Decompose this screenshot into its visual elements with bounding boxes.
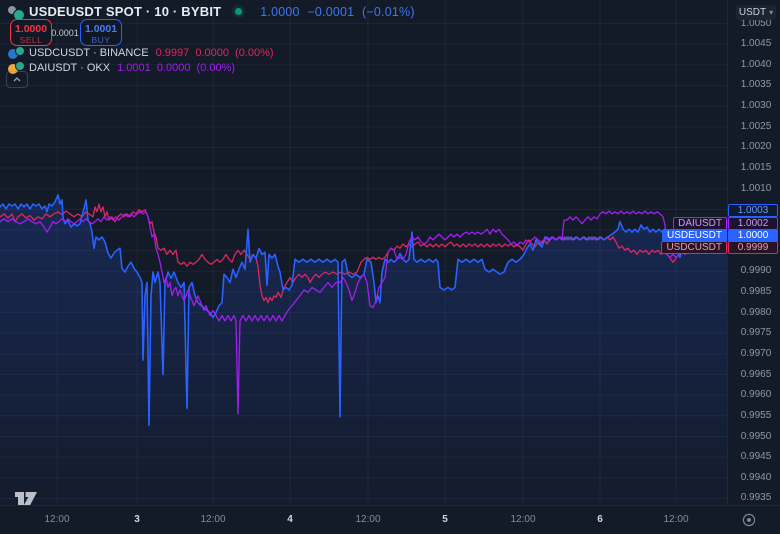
price-change-value: −0.0001 bbox=[307, 5, 354, 19]
price-tick-label: 0.9965 bbox=[732, 369, 780, 380]
time-tick-label: 12:00 bbox=[501, 514, 545, 525]
price-tick-label: 0.9940 bbox=[732, 472, 780, 483]
currency-label: USDT bbox=[739, 7, 766, 18]
buy-button[interactable]: 1.0001 BUY bbox=[80, 19, 122, 46]
market-open-status-icon[interactable] bbox=[235, 8, 242, 15]
main-symbol-legend[interactable]: USDEUSDT SPOT · 10 · BYBIT 1.0000 −0.000… bbox=[8, 4, 419, 19]
series-area-USDEUSDT bbox=[0, 195, 728, 505]
price-label-1.0002: 1.0002 bbox=[728, 217, 778, 230]
main-symbol-values: 1.0000 −0.0001 (−0.01%) bbox=[260, 5, 418, 19]
price-tick-label: 0.9945 bbox=[732, 451, 780, 462]
price-tick-label: 1.0035 bbox=[732, 79, 780, 90]
compare-change-percent: (0.00%) bbox=[235, 47, 274, 59]
compare-symbol-values: 1.0001 0.0000 (0.00%) bbox=[117, 62, 238, 74]
price-label-1.0000: 1.0000 bbox=[728, 229, 778, 242]
compare-change: 0.0000 bbox=[157, 62, 191, 74]
chevron-down-icon: ▾ bbox=[769, 9, 773, 17]
main-symbol-title[interactable]: USDEUSDT SPOT · 10 · BYBIT bbox=[29, 4, 221, 19]
symbol-price-tag-USDCUSDT: USDCUSDT bbox=[661, 241, 727, 254]
compare-last-price: 0.9997 bbox=[156, 47, 190, 59]
price-tick-label: 0.9950 bbox=[732, 431, 780, 442]
axis-settings-gear-icon[interactable] bbox=[741, 512, 757, 528]
time-tick-label: 3 bbox=[115, 514, 159, 525]
compare-last-price: 1.0001 bbox=[117, 62, 151, 74]
symbol-price-tag-DAIUSDT: DAIUSDT bbox=[673, 217, 727, 230]
time-axis[interactable]: 12:00 3 12:00 4 12:00 5 12:00 6 12:00 bbox=[0, 505, 780, 534]
price-tick-label: 0.9935 bbox=[732, 492, 780, 503]
buy-label: BUY bbox=[81, 35, 121, 45]
price-tick-label: 0.9955 bbox=[732, 410, 780, 421]
price-tick-label: 1.0020 bbox=[732, 141, 780, 152]
time-tick-label: 12:00 bbox=[35, 514, 79, 525]
sell-button[interactable]: 1.0000 SELL bbox=[10, 19, 52, 46]
price-tick-label: 1.0045 bbox=[732, 38, 780, 49]
price-tick-label: 1.0015 bbox=[732, 162, 780, 173]
price-label-1.0003: 1.0003 bbox=[728, 204, 778, 217]
compare-symbol-values: 0.9997 0.0000 (0.00%) bbox=[156, 47, 277, 59]
tradingview-logo-icon[interactable] bbox=[13, 488, 39, 506]
price-tick-label: 0.9960 bbox=[732, 389, 780, 400]
price-tick-label: 0.9985 bbox=[732, 286, 780, 297]
time-tick-label: 4 bbox=[268, 514, 312, 525]
price-tick-label: 1.0010 bbox=[732, 183, 780, 194]
chart-canvas[interactable] bbox=[0, 0, 728, 505]
collapse-legend-button[interactable] bbox=[6, 71, 28, 88]
sell-label: SELL bbox=[11, 35, 51, 45]
buy-price: 1.0001 bbox=[81, 23, 121, 35]
compare-symbol-name[interactable]: USDCUSDT · BINANCE bbox=[29, 47, 149, 59]
compare-change: 0.0000 bbox=[195, 47, 229, 59]
price-tick-label: 0.9975 bbox=[732, 327, 780, 338]
price-tick-label: 0.9970 bbox=[732, 348, 780, 359]
usdeusdt-pair-icon bbox=[8, 5, 23, 19]
time-tick-label: 5 bbox=[423, 514, 467, 525]
price-tick-label: 1.0025 bbox=[732, 121, 780, 132]
time-tick-label: 12:00 bbox=[191, 514, 235, 525]
price-tick-label: 1.0030 bbox=[732, 100, 780, 111]
price-label-0.9999: 0.9999 bbox=[728, 241, 778, 254]
compare-change-percent: (0.00%) bbox=[197, 62, 236, 74]
price-change-percent: (−0.01%) bbox=[362, 5, 415, 19]
compare-legend-usdcusdt[interactable]: USDCUSDT · BINANCE 0.9997 0.0000 (0.00%) bbox=[8, 46, 277, 60]
price-tick-label: 0.9980 bbox=[732, 307, 780, 318]
price-tick-label: 1.0040 bbox=[732, 59, 780, 70]
compare-legend-daiusdt[interactable]: DAIUSDT · OKX 1.0001 0.0000 (0.00%) bbox=[8, 61, 238, 75]
price-scale-currency-button[interactable]: USDT ▾ bbox=[736, 5, 776, 20]
trading-chart-window: 1.00501.00451.00401.00351.00301.00251.00… bbox=[0, 0, 780, 534]
spread-value: 0.0001 bbox=[51, 28, 79, 38]
last-price-value: 1.0000 bbox=[260, 5, 299, 19]
usdcusdt-pair-icon bbox=[8, 46, 23, 60]
chevron-up-icon bbox=[13, 77, 21, 82]
time-tick-label: 12:00 bbox=[654, 514, 698, 525]
time-tick-label: 12:00 bbox=[346, 514, 390, 525]
sell-price: 1.0000 bbox=[11, 23, 51, 35]
symbol-price-tag-USDEUSDT: USDEUSDT bbox=[662, 229, 727, 242]
compare-symbol-name[interactable]: DAIUSDT · OKX bbox=[29, 62, 110, 74]
price-tick-label: 0.9990 bbox=[732, 265, 780, 276]
time-tick-label: 6 bbox=[578, 514, 622, 525]
